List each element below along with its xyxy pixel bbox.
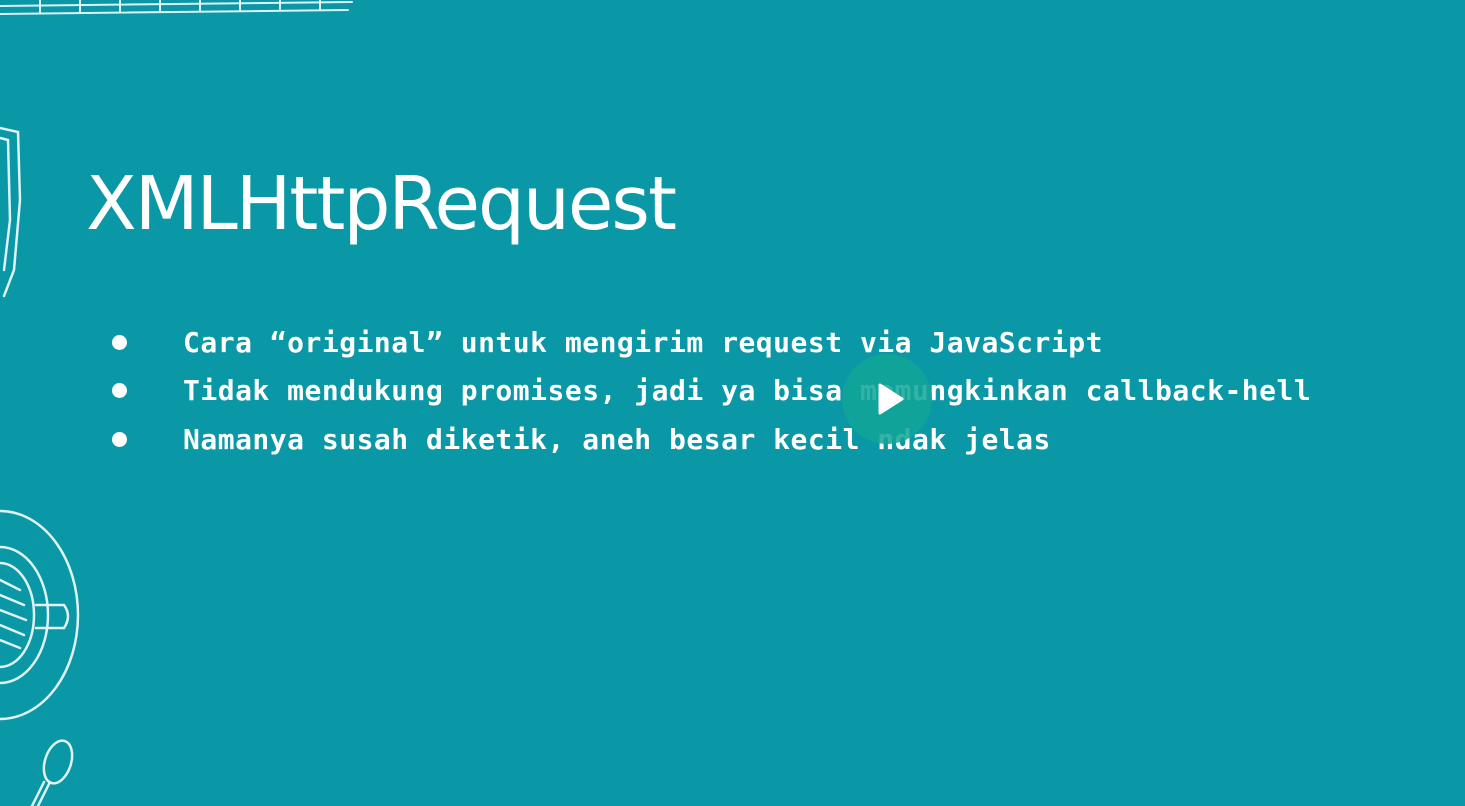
play-button[interactable] bbox=[842, 354, 932, 444]
bullet-dot-icon bbox=[112, 334, 127, 350]
bullet-item: Cara “original” untuk mengirim request v… bbox=[112, 318, 1311, 367]
bullet-list: Cara “original” untuk mengirim request v… bbox=[112, 318, 1311, 464]
bullet-dot-icon bbox=[112, 431, 127, 447]
bullet-item: Tidak mendukung promises, jadi ya bisa m… bbox=[112, 367, 1311, 416]
bullet-text: Cara “original” untuk mengirim request v… bbox=[183, 325, 1103, 359]
bullet-dot-icon bbox=[112, 383, 127, 399]
slide-title: XMLHttpRequest bbox=[86, 161, 677, 247]
bullet-text: Tidak mendukung promises, jadi ya bisa m… bbox=[183, 374, 1312, 408]
keyboard-doodle bbox=[0, 0, 353, 15]
coffee-cup-doodle bbox=[0, 509, 80, 721]
spoon-doodle bbox=[30, 739, 74, 806]
monitor-doodle bbox=[0, 126, 22, 298]
video-slide: XMLHttpRequest Cara “original” untuk men… bbox=[0, 0, 1465, 806]
bullet-item: Namanya susah diketik, aneh besar kecil … bbox=[112, 415, 1311, 464]
play-icon bbox=[878, 383, 904, 415]
